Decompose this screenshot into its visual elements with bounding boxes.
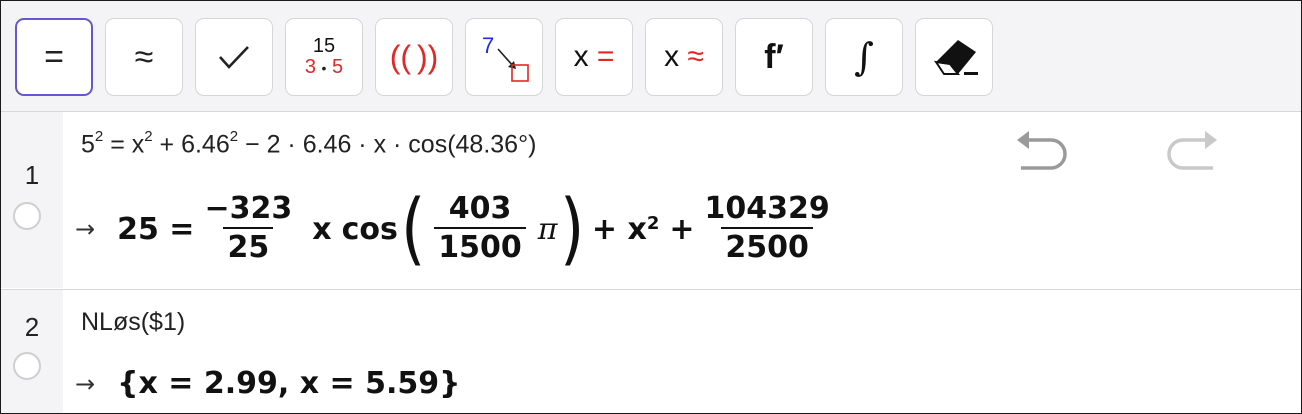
- output-1-fraction-3: 104329 2500: [701, 191, 834, 267]
- output-1-plus-x: + x: [591, 211, 647, 247]
- row-2-output: → {x = 2.99, x = 5.59}: [75, 366, 460, 401]
- output-1-lhs: 25 =: [117, 211, 195, 247]
- output-arrow-icon: →: [75, 215, 96, 243]
- equals-icon: =: [44, 38, 64, 76]
- input-1-tail: − 2 · 6.46 · x · cos(48.36°): [238, 130, 537, 159]
- row-2-input[interactable]: NLøs($1): [81, 308, 185, 337]
- derivative-icon: f′: [764, 37, 784, 76]
- factor-left: 3: [304, 56, 316, 78]
- nsolve-approx: ≈: [687, 40, 704, 73]
- input-1-exp2: 2: [144, 128, 153, 145]
- factor-icon: 15 3 • 5: [305, 36, 343, 78]
- delete-button[interactable]: [915, 18, 993, 96]
- left-paren: (: [400, 184, 426, 274]
- cas-toolbar: = ≈ 15 3 • 5 (()) 7 x = x ≈ f′ ∫: [1, 1, 1301, 112]
- output-2-solutions: {x = 2.99, x = 5.59}: [117, 366, 461, 401]
- numeric-button[interactable]: ≈: [105, 18, 183, 96]
- substitute-arrow-icon: [497, 48, 529, 82]
- output-1-fraction-2: 403 1500: [434, 191, 526, 267]
- evaluate-button[interactable]: =: [15, 18, 93, 96]
- integral-button[interactable]: ∫: [825, 18, 903, 96]
- nsolve-icon: x ≈: [664, 40, 704, 74]
- solve-icon: x =: [574, 40, 615, 74]
- input-1-exp3: 2: [229, 128, 239, 145]
- redo-button[interactable]: [1163, 124, 1223, 174]
- fraction-1-denominator: 25: [223, 226, 274, 267]
- output-arrow-icon: →: [75, 369, 96, 398]
- cas-row-2[interactable]: 2 NLøs($1) → {x = 2.99, x = 5.59}: [1, 290, 1301, 413]
- undo-icon: [1017, 131, 1067, 170]
- row-1-input[interactable]: 52 = x2 + 6.462 − 2 · 6.46 · x · cos(48.…: [81, 128, 537, 159]
- derivative-button[interactable]: f′: [735, 18, 813, 96]
- row-2-visibility-toggle[interactable]: [13, 352, 41, 380]
- eraser-icon: [933, 40, 978, 75]
- substitute-button[interactable]: 7: [465, 18, 543, 96]
- approx-icon: ≈: [134, 38, 154, 76]
- expand-icon: (()): [390, 39, 439, 76]
- output-1-fraction-1: −323 25: [200, 191, 296, 267]
- output-1-x: x: [312, 211, 332, 247]
- factor-right: 5: [332, 56, 344, 78]
- row-2-number: 2: [24, 312, 40, 342]
- input-1-exp1: 2: [94, 128, 104, 145]
- nsolve-x: x: [664, 40, 680, 73]
- factor-button[interactable]: 15 3 • 5: [285, 18, 363, 96]
- row-1-visibility-toggle[interactable]: [13, 202, 41, 230]
- integral-icon: ∫: [854, 35, 874, 79]
- expand-open: ((: [389, 38, 411, 75]
- input-1-eq: = x: [103, 130, 145, 159]
- checkmark-icon: [219, 46, 249, 69]
- keep-input-button[interactable]: [195, 18, 273, 96]
- solve-x: x: [573, 40, 589, 73]
- output-1-cos: cos: [341, 211, 398, 247]
- redo-icon: [1167, 131, 1217, 170]
- output-1-plus: +: [669, 211, 695, 247]
- row-1-number: 1: [24, 160, 40, 190]
- undo-button[interactable]: [1011, 124, 1071, 174]
- right-paren: ): [560, 184, 585, 274]
- solve-button[interactable]: x =: [555, 18, 633, 96]
- fraction-2-denominator: 1500: [434, 226, 526, 267]
- input-1-base: 5: [81, 130, 95, 159]
- fraction-3-numerator: 104329: [704, 191, 830, 226]
- output-1-pi: π: [537, 211, 558, 247]
- expand-button[interactable]: (()): [375, 18, 453, 96]
- fraction-3-denominator: 2500: [721, 226, 813, 267]
- fraction-2-numerator: 403: [448, 191, 512, 226]
- factor-top: 15: [312, 35, 336, 57]
- solve-eq: =: [596, 40, 615, 73]
- substitute-icon: 7: [474, 27, 534, 87]
- row-1-gutter: [1, 112, 63, 288]
- input-1-mid: + 6.46: [152, 130, 230, 159]
- row-1-output: → 25 = −323 25 x cos ( 403 1500 π ) + x2…: [75, 190, 840, 268]
- output-1-x-exp: 2: [646, 212, 660, 234]
- cas-row-1[interactable]: 1 52 = x2 + 6.462 − 2 · 6.46 · x · cos(4…: [1, 112, 1301, 288]
- expand-close: )): [417, 38, 439, 75]
- fraction-1-numerator: −323: [204, 191, 293, 226]
- factor-dot: •: [321, 60, 327, 76]
- solve-numerically-button[interactable]: x ≈: [645, 18, 723, 96]
- cas-window: = ≈ 15 3 • 5 (()) 7 x = x ≈ f′ ∫ 1 52 = …: [0, 0, 1302, 414]
